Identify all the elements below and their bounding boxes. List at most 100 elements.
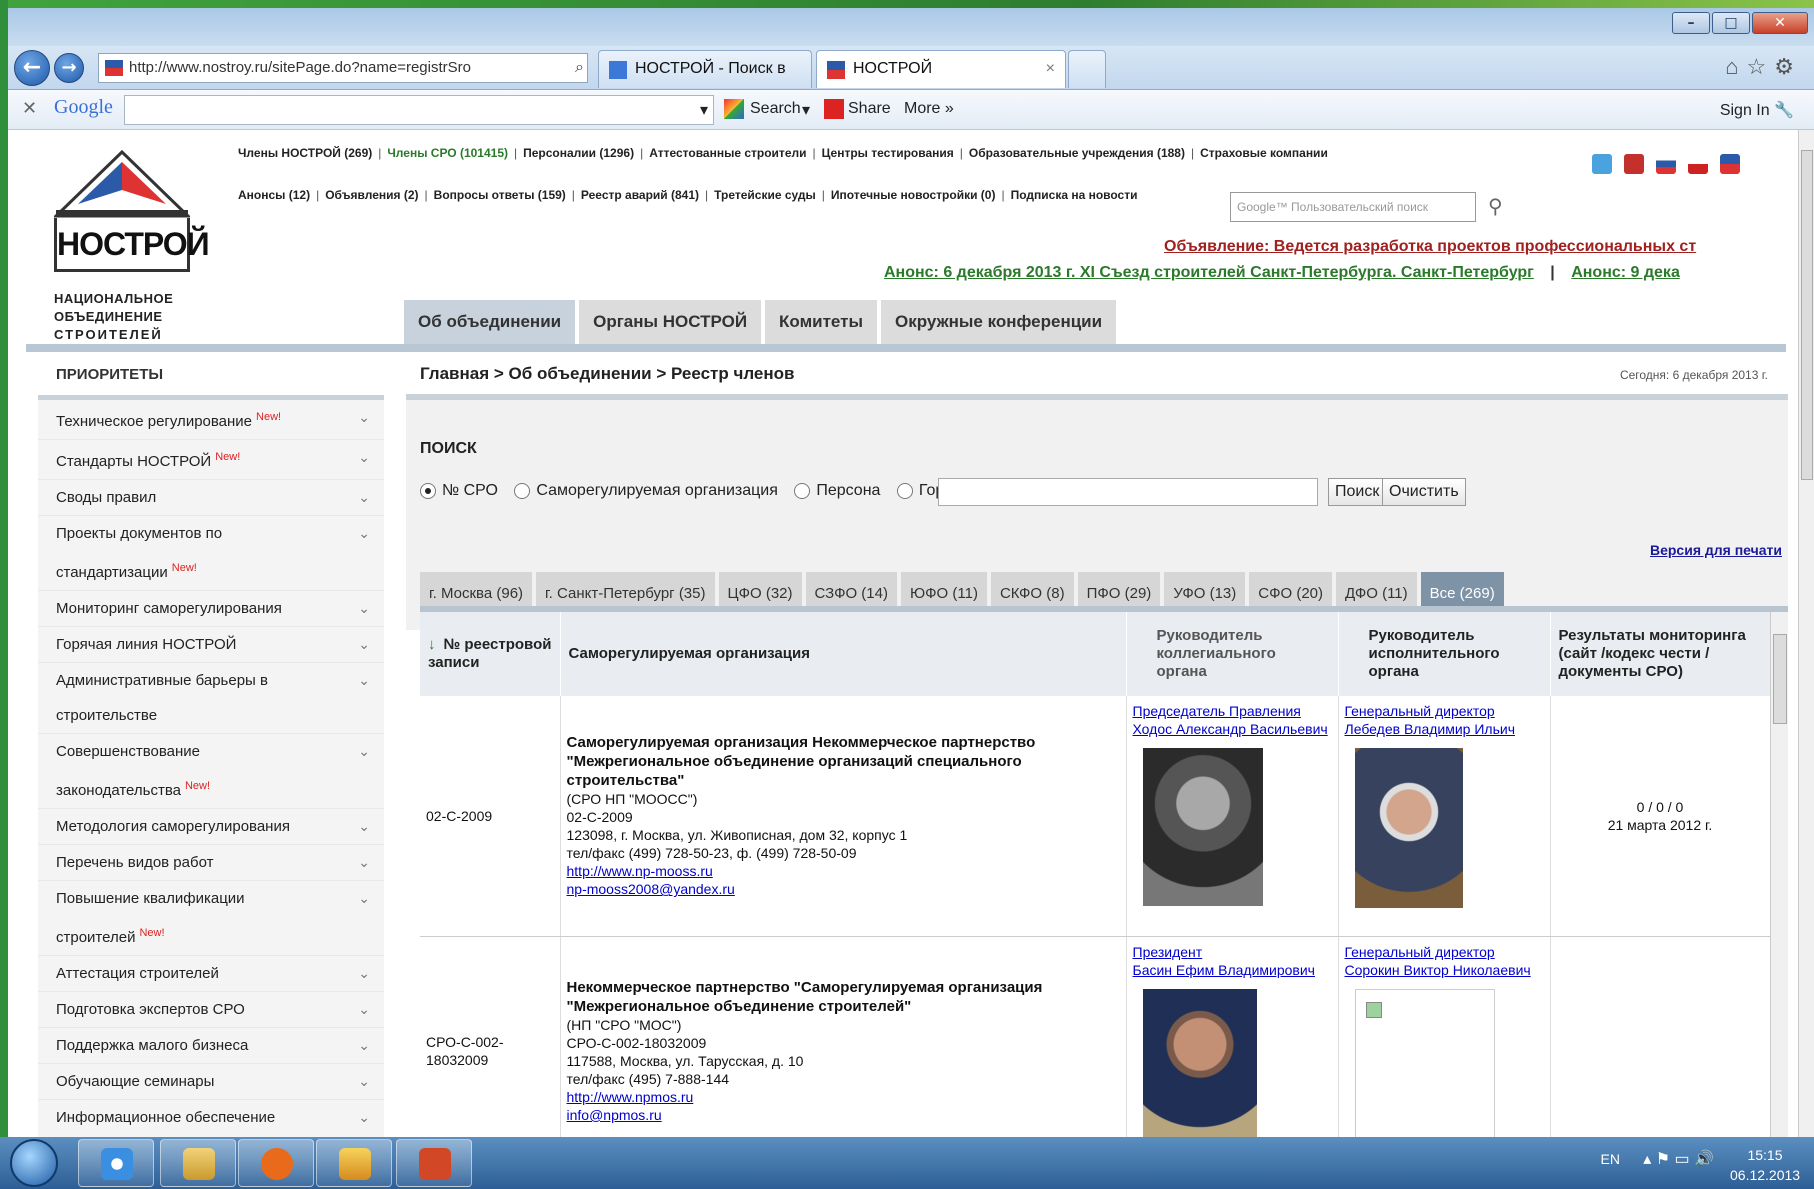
toplink[interactable]: Вопросы ответы (159) (434, 188, 566, 202)
taskbar-ie[interactable] (78, 1139, 154, 1187)
toplink[interactable]: Центры тестирования (822, 146, 954, 160)
wrench-icon[interactable]: 🔧 (1774, 102, 1794, 119)
page-scrollbar[interactable] (1798, 130, 1814, 1137)
chevron-down-icon[interactable]: ⌄ (358, 663, 370, 698)
print-version-link[interactable]: Версия для печати (1650, 542, 1782, 558)
chevron-down-icon[interactable]: ⌄ (358, 591, 370, 626)
org-email-link[interactable]: np-mooss2008@yandex.ru (567, 880, 1120, 898)
sidebar-item[interactable]: Горячая линия НОСТРОЙ ⌄ (38, 627, 384, 663)
search-button[interactable]: Search (750, 100, 801, 118)
language-indicator[interactable]: EN (1601, 1151, 1620, 1167)
nav-conferences[interactable]: Окружные конференции (881, 300, 1117, 344)
chevron-down-icon[interactable]: ⌄ (358, 1064, 370, 1099)
address-bar[interactable]: http://www.nostroy.ru/sitePage.do?name=r… (98, 53, 588, 83)
board-name-link[interactable]: Басин Ефим Владимирович (1133, 961, 1332, 979)
breadcrumb[interactable]: Главная > Об объединении > Реестр членов (406, 352, 1788, 394)
registry-search-input[interactable] (938, 478, 1318, 506)
toplink[interactable]: Ипотечные новостройки (0) (831, 188, 996, 202)
sidebar-item[interactable]: Своды правил ⌄ (38, 480, 384, 516)
close-toolbar-icon[interactable]: ✕ (22, 98, 37, 119)
toplink[interactable]: Страховые компании (1200, 146, 1328, 160)
board-head-photo[interactable] (1142, 988, 1257, 1137)
sidebar-item[interactable]: Обучающие семинары ⌄ (38, 1064, 384, 1100)
radio-sro-number[interactable] (420, 482, 436, 499)
new-tab-button[interactable] (1068, 50, 1106, 88)
chevron-down-icon[interactable]: ⌄ (358, 809, 370, 844)
chevron-down-icon[interactable]: ⌄ (358, 956, 370, 991)
sort-arrow-icon[interactable]: ↓ (428, 636, 436, 653)
sidebar-item[interactable]: Аттестация строителей ⌄ (38, 956, 384, 992)
table-scrollbar[interactable] (1770, 612, 1788, 1137)
sidebar-item[interactable]: Проекты документов по стандартизации New!… (38, 516, 384, 591)
close-window-button[interactable]: ✕ (1752, 12, 1808, 34)
search-dropdown-icon[interactable]: ▾ (802, 100, 810, 120)
org-email-link[interactable]: info@npmos.ru (567, 1106, 1120, 1124)
tab-close-icon[interactable]: × (1046, 51, 1055, 87)
taskbar-explorer[interactable] (160, 1139, 236, 1187)
toplink[interactable]: Аттестованные строители (649, 146, 806, 160)
browser-tools-icons[interactable]: ⌂☆⚙ (1725, 54, 1802, 80)
toplink[interactable]: Персоналии (1296) (523, 146, 634, 160)
chevron-down-icon[interactable]: ⌄ (358, 480, 370, 515)
org-website-link[interactable]: http://www.npmos.ru (567, 1088, 1120, 1106)
twitter-icon[interactable] (1592, 154, 1612, 174)
announce-link-1[interactable]: Анонс: 6 декабря 2013 г. XI Съезд строит… (884, 264, 1534, 281)
toplink[interactable]: Анонсы (12) (238, 188, 310, 202)
toplink[interactable]: Члены СРО (101415) (387, 146, 508, 160)
home-site-icon[interactable] (1720, 154, 1740, 174)
back-button[interactable]: ← (14, 50, 50, 86)
board-name-link[interactable]: Ходос Александр Васильевич (1133, 720, 1332, 738)
sidebar-item[interactable]: Методология саморегулирования ⌄ (38, 809, 384, 845)
exec-name-link[interactable]: Лебедев Владимир Ильич (1345, 720, 1544, 738)
tray-icons[interactable]: ▴ ⚑ ▭ 🔊 (1643, 1149, 1714, 1169)
search-button[interactable]: Поиск (1328, 478, 1387, 506)
col-header-number[interactable]: ↓ № реестровой записи (420, 612, 561, 696)
toplink[interactable]: Подписка на новости (1011, 188, 1138, 202)
board-role-link[interactable]: Президент (1133, 943, 1332, 961)
toplink[interactable]: Третейские суды (714, 188, 816, 202)
exec-role-link[interactable]: Генеральный директор (1345, 943, 1544, 961)
chevron-down-icon[interactable]: ⌄ (358, 734, 370, 769)
chevron-down-icon[interactable]: ⌄ (358, 440, 370, 475)
chevron-down-icon[interactable]: ⌄ (358, 845, 370, 880)
maximize-button[interactable]: □ (1712, 12, 1750, 34)
sidebar-item[interactable]: Повышение квалификации строителей New! ⌄ (38, 881, 384, 956)
exec-head-photo[interactable] (1354, 988, 1495, 1137)
toplink[interactable]: Объявления (2) (325, 188, 418, 202)
chevron-down-icon[interactable]: ⌄ (358, 400, 370, 435)
sign-in-button[interactable]: Sign In 🔧 (1720, 100, 1794, 120)
search-icon[interactable]: ⚲ (1488, 194, 1503, 219)
announce-link-2[interactable]: Анонс: 9 дека (1571, 264, 1680, 281)
org-website-link[interactable]: http://www.np-mooss.ru (567, 862, 1120, 880)
google-search-input[interactable] (124, 95, 714, 125)
taskbar-outlook[interactable] (316, 1139, 392, 1187)
sidebar-item[interactable]: Административные барьеры в строительстве… (38, 663, 384, 734)
chevron-down-icon[interactable]: ⌄ (358, 516, 370, 551)
forward-button[interactable]: → (54, 53, 84, 83)
radio-organization[interactable] (514, 482, 531, 499)
chevron-down-icon[interactable]: ⌄ (358, 1100, 370, 1135)
taskbar-media[interactable] (238, 1139, 314, 1187)
chevron-down-icon[interactable]: ⌄ (358, 992, 370, 1027)
chevron-down-icon[interactable]: ⌄ (358, 881, 370, 916)
sidebar-item[interactable]: Подготовка экспертов СРО ⌄ (38, 992, 384, 1028)
sidebar-item[interactable]: Информационное обеспечение саморегулиров… (38, 1100, 384, 1137)
sidebar-item[interactable]: Стандарты НОСТРОЙ New! ⌄ (38, 440, 384, 480)
radio-city[interactable] (896, 482, 913, 499)
tab-google-search[interactable]: НОСТРОЙ - Поиск в Google (598, 50, 812, 113)
start-button[interactable] (10, 1139, 58, 1187)
nav-committees[interactable]: Комитеты (765, 300, 878, 344)
clear-button[interactable]: Очистить (1382, 478, 1466, 506)
announcement-link[interactable]: Объявление: Ведется разработка проектов … (1164, 238, 1696, 256)
board-role-link[interactable]: Председатель Правления (1133, 702, 1332, 720)
nav-about[interactable]: Об объединении (404, 300, 576, 344)
exec-role-link[interactable]: Генеральный директор (1345, 702, 1544, 720)
exec-name-link[interactable]: Сорокин Виктор Николаевич (1345, 961, 1544, 979)
sidebar-item[interactable]: Совершенствование законодательства New! ⌄ (38, 734, 384, 809)
site-search-input[interactable]: Google™ Пользовательский поиск (1230, 192, 1476, 222)
sidebar-item[interactable]: Поддержка малого бизнеса ⌄ (38, 1028, 384, 1064)
english-flag-icon[interactable] (1688, 154, 1708, 174)
toplink[interactable]: Образовательные учреждения (188) (969, 146, 1185, 160)
russian-flag-icon[interactable] (1656, 154, 1676, 174)
nav-bodies[interactable]: Органы НОСТРОЙ (579, 300, 762, 344)
